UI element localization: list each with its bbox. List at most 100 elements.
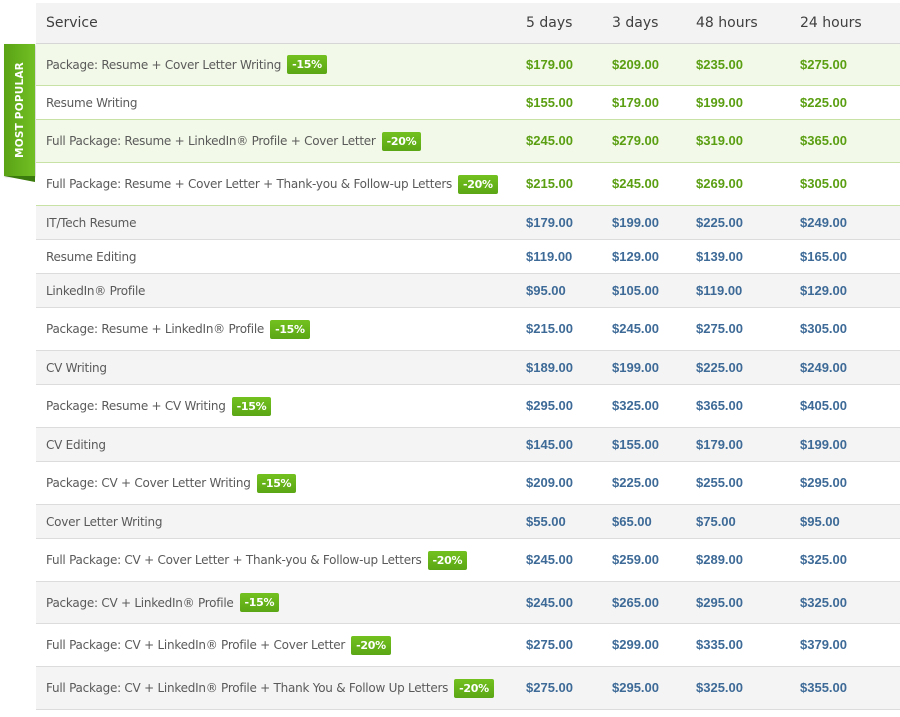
price-48-hours-cell: $295.00 — [696, 594, 798, 612]
service-name: Full Package: Resume + Cover Letter + Th… — [46, 177, 453, 191]
header-24-hours: 24 hours — [800, 15, 862, 31]
price-5-days: $155.00 — [526, 94, 573, 110]
price-48-hours: $235.00 — [696, 56, 743, 72]
price-24-hours: $325.00 — [800, 594, 847, 610]
price-48-hours-cell: $275.00 — [696, 320, 798, 338]
price-3-days: $265.00 — [612, 594, 659, 610]
price-24-hours-cell: $305.00 — [798, 320, 900, 338]
price-3-days-cell: $65.00 — [603, 513, 696, 531]
ribbon-fold — [4, 176, 35, 182]
price-5-days: $295.00 — [526, 398, 573, 413]
price-48-hours-cell: $335.00 — [696, 636, 798, 654]
price-3-days: $225.00 — [612, 475, 659, 490]
service-cell: Full Package: CV + LinkedIn® Profile + C… — [36, 635, 510, 655]
price-24-hours-cell: $325.00 — [798, 594, 900, 612]
service-cell: Resume Editing — [36, 250, 510, 264]
price-24-hours-cell: $95.00 — [798, 513, 900, 531]
price-24-hours: $305.00 — [800, 321, 847, 336]
table-row: Resume Editing $119.00 $129.00 $139.00 $165.… — [36, 240, 900, 274]
price-24-hours: $305.00 — [800, 176, 847, 191]
price-5-days-cell: $179.00 — [510, 56, 603, 74]
price-24-hours-cell: $129.00 — [798, 282, 900, 300]
price-5-days-cell: $145.00 — [510, 436, 603, 454]
price-48-hours: $295.00 — [696, 594, 743, 610]
price-48-hours-cell: $139.00 — [696, 248, 798, 266]
service-name: Resume Editing — [46, 249, 137, 264]
price-3-days: $279.00 — [612, 133, 659, 148]
price-5-days: $275.00 — [526, 680, 573, 695]
service-cell: Package: CV + LinkedIn® Profile -15% — [36, 593, 510, 612]
price-3-days-cell: $265.00 — [603, 594, 696, 612]
price-48-hours-cell: $199.00 — [696, 94, 798, 112]
price-5-days-cell: $215.00 — [510, 320, 603, 338]
service-cell: Full Package: Resume + Cover Letter + Th… — [36, 174, 510, 194]
price-3-days-cell: $245.00 — [603, 175, 696, 193]
price-24-hours: $379.00 — [800, 637, 847, 652]
price-3-days: $325.00 — [612, 398, 659, 413]
discount-badge: -15% — [239, 593, 280, 612]
price-5-days: $119.00 — [526, 248, 573, 264]
price-5-days-cell: $295.00 — [510, 397, 603, 415]
price-48-hours-cell: $75.00 — [696, 513, 798, 531]
price-5-days: $215.00 — [526, 321, 573, 336]
price-24-hours-cell: $249.00 — [798, 359, 900, 377]
price-24-hours: $165.00 — [800, 248, 847, 264]
price-24-hours: $325.00 — [800, 552, 847, 567]
price-24-hours: $199.00 — [800, 436, 847, 452]
table-row: Resume Writing $155.00 $179.00 $199.00 $225.… — [36, 86, 900, 120]
price-48-hours-cell: $179.00 — [696, 436, 798, 454]
table-row: Full Package: Resume + LinkedIn® Profile… — [36, 120, 900, 163]
price-48-hours-cell: $289.00 — [696, 551, 798, 569]
price-3-days: $199.00 — [612, 359, 659, 375]
price-5-days: $179.00 — [526, 56, 573, 72]
service-name: Package: Resume + CV Writing — [46, 399, 226, 413]
service-name: Package: CV + Cover Letter Writing — [46, 476, 251, 490]
price-3-days: $65.00 — [612, 513, 652, 529]
price-48-hours: $75.00 — [696, 513, 736, 529]
price-24-hours-cell: $305.00 — [798, 175, 900, 193]
price-48-hours-cell: $365.00 — [696, 397, 798, 415]
service-name: Package: CV + LinkedIn® Profile — [46, 595, 234, 610]
price-24-hours: $95.00 — [800, 513, 840, 529]
price-5-days-cell: $275.00 — [510, 636, 603, 654]
price-5-days-cell: $215.00 — [510, 175, 603, 193]
table-row: Package: Resume + Cover Letter Writing -1… — [36, 44, 900, 86]
table-row: Package: Resume + CV Writing -15% $295.00 $… — [36, 385, 900, 428]
table-row: LinkedIn® Profile $95.00 $105.00 $119.00 $12… — [36, 274, 900, 308]
price-24-hours-cell: $325.00 — [798, 551, 900, 569]
price-3-days: $259.00 — [612, 552, 659, 567]
price-5-days: $215.00 — [526, 176, 573, 191]
price-3-days: $299.00 — [612, 637, 659, 652]
price-48-hours-cell: $225.00 — [696, 214, 798, 232]
price-3-days-cell: $279.00 — [603, 132, 696, 150]
price-48-hours: $199.00 — [696, 94, 743, 110]
price-48-hours-cell: $325.00 — [696, 679, 798, 697]
price-24-hours: $365.00 — [800, 133, 847, 148]
service-cell: LinkedIn® Profile — [36, 284, 510, 298]
service-cell: Package: Resume + Cover Letter Writing -1… — [36, 55, 510, 74]
table-row: Full Package: CV + Cover Letter + Thank-… — [36, 539, 900, 582]
discount-badge: -15% — [270, 319, 310, 339]
service-name: Package: Resume + LinkedIn® Profile — [46, 322, 265, 336]
price-48-hours: $365.00 — [696, 398, 743, 413]
discount-badge: -20% — [381, 131, 422, 151]
price-48-hours-cell: $225.00 — [696, 359, 798, 377]
price-3-days-cell: $105.00 — [603, 282, 696, 300]
price-3-days-cell: $199.00 — [603, 214, 696, 232]
price-5-days-cell: $179.00 — [510, 214, 603, 232]
table-row: Cover Letter Writing $55.00 $65.00 $75.00 $9… — [36, 505, 900, 539]
service-cell: Full Package: Resume + LinkedIn® Profile… — [36, 131, 510, 151]
service-name: Package: Resume + Cover Letter Writing — [46, 57, 282, 72]
price-24-hours-cell: $275.00 — [798, 56, 900, 74]
most-popular-ribbon: MOST POPULAR — [4, 44, 35, 176]
service-cell: Full Package: CV + LinkedIn® Profile + T… — [36, 678, 510, 698]
price-24-hours: $129.00 — [800, 282, 847, 298]
price-5-days-cell: $55.00 — [510, 513, 603, 531]
price-5-days-cell: $95.00 — [510, 282, 603, 300]
service-name: CV Editing — [46, 437, 106, 452]
pricing-table: Service 5 days 3 days 48 hours 24 hours … — [36, 3, 900, 710]
price-24-hours-cell: $249.00 — [798, 214, 900, 232]
price-5-days: $275.00 — [526, 637, 573, 652]
price-24-hours-cell: $379.00 — [798, 636, 900, 654]
price-48-hours: $319.00 — [696, 133, 743, 148]
